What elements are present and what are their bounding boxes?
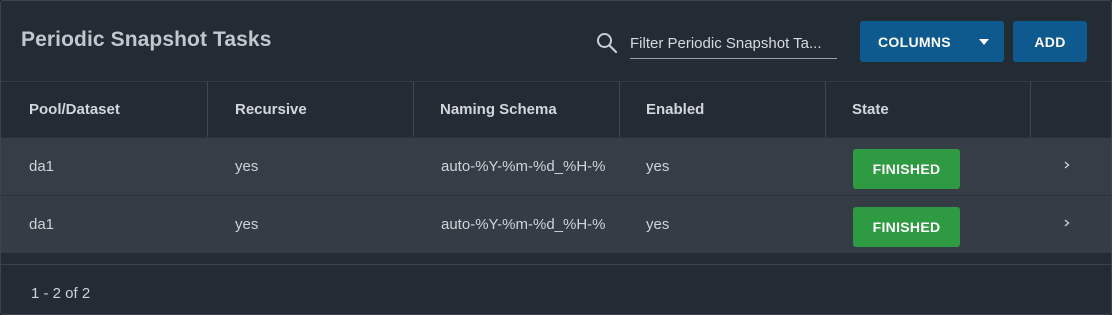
column-header-naming-schema[interactable]: Naming Schema: [414, 82, 620, 137]
table-header: Pool/Dataset Recursive Naming Schema Ena…: [1, 81, 1111, 137]
column-header-pool-dataset[interactable]: Pool/Dataset: [1, 82, 208, 137]
table-row[interactable]: da1 yes auto-%Y-%m-%d_%H-% yes FINISHED: [1, 137, 1111, 195]
cell-naming-schema: auto-%Y-%m-%d_%H-%: [441, 158, 606, 175]
columns-button[interactable]: COLUMNS: [860, 21, 1004, 62]
cell-naming-schema: auto-%Y-%m-%d_%H-%: [441, 216, 606, 233]
cell-recursive: yes: [235, 158, 259, 175]
page-title: Periodic Snapshot Tasks: [21, 28, 272, 51]
column-header-recursive[interactable]: Recursive: [208, 82, 414, 137]
column-header-enabled[interactable]: Enabled: [620, 82, 826, 137]
paging-range: 1 - 2 of 2: [31, 285, 91, 302]
add-button-label: ADD: [1034, 33, 1066, 50]
table-footer: 1 - 2 of 2: [1, 264, 1111, 314]
chevron-right-icon[interactable]: [1061, 158, 1073, 172]
toolbar: Periodic Snapshot Tasks COLUMNS ADD: [1, 1, 1111, 81]
add-button[interactable]: ADD: [1013, 21, 1087, 62]
chevron-right-icon[interactable]: [1061, 216, 1073, 230]
caret-down-icon: [979, 39, 989, 45]
state-badge[interactable]: FINISHED: [853, 149, 960, 189]
filter-field[interactable]: [630, 32, 837, 59]
cell-recursive: yes: [235, 216, 259, 233]
cell-enabled: yes: [646, 216, 670, 233]
columns-button-label: COLUMNS: [878, 33, 951, 50]
state-badge[interactable]: FINISHED: [853, 207, 960, 247]
cell-dataset: da1: [29, 158, 55, 175]
column-header-actions: [1031, 82, 1111, 137]
filter-input[interactable]: [630, 32, 837, 54]
search-icon: [597, 33, 618, 54]
periodic-snapshot-tasks-card: Periodic Snapshot Tasks COLUMNS ADD Pool…: [0, 0, 1112, 315]
table-row[interactable]: da1 yes auto-%Y-%m-%d_%H-% yes FINISHED: [1, 195, 1111, 253]
column-header-state[interactable]: State: [826, 82, 1031, 137]
cell-enabled: yes: [646, 158, 670, 175]
snapshot-table: Pool/Dataset Recursive Naming Schema Ena…: [1, 81, 1111, 253]
cell-dataset: da1: [29, 216, 55, 233]
